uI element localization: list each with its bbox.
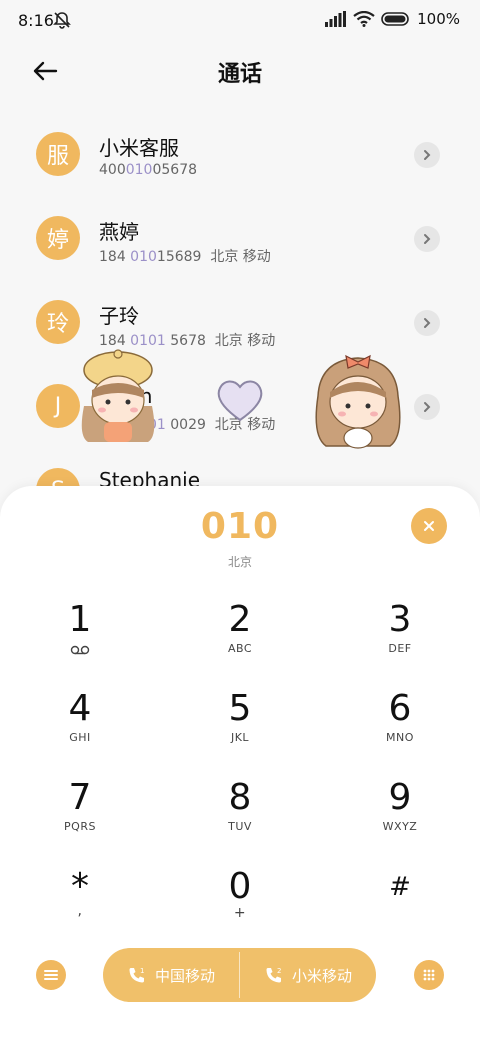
key-hash[interactable]: # [330,853,470,933]
svg-text:1: 1 [140,967,144,975]
call-sim1-button[interactable]: 1 中国移动 [103,948,239,1002]
contact-detail-button[interactable] [414,310,440,336]
key-letters: JKL [230,731,250,744]
contact-detail-button[interactable] [414,226,440,252]
avatar: 服 [36,132,80,176]
contact-number: 184 01015689 北京 移动 [99,249,271,265]
header: 通话 [0,48,480,92]
contact-detail-button[interactable] [414,394,440,420]
wifi-icon [353,11,375,27]
contact-row[interactable]: 服 小米客服 40001005678 [0,112,480,196]
key-0[interactable]: 0 + [170,853,310,933]
dialed-number[interactable]: 010 [0,506,480,547]
contact-number: 40001005678 [99,162,198,178]
page-title: 通话 [217,62,262,87]
key-digit: 8 [228,777,252,818]
key-letters: ABC [227,642,253,655]
call-sim2-label: 小米移动 [291,966,352,985]
key-digit: 7 [68,777,92,818]
key-digit: 9 [388,777,412,818]
key-letters: , [77,903,83,919]
key-5[interactable]: 5 JKL [170,675,310,755]
status-right: 100% [325,10,460,28]
key-digit: # [389,872,411,902]
key-digit: 4 [68,688,92,729]
contact-row[interactable]: 婷 燕婷 184 01015689 北京 移动 [0,196,480,280]
call-sim2-button[interactable]: 2 小米移动 [240,948,376,1002]
contact-name: 燕婷 [99,220,139,244]
contact-list: 服 小米客服 40001005678 婷 燕婷 184 01015689 北京 … [0,112,480,532]
status-time: 8:16 [18,11,54,30]
phone-sim1-icon: 1 [129,967,144,983]
chevron-right-icon [424,318,431,328]
key-6[interactable]: 6 MNO [330,675,470,755]
key-8[interactable]: 8 TUV [170,764,310,844]
key-4[interactable]: 4 GHI [10,675,150,755]
key-letters: WXYZ [382,820,418,833]
key-1[interactable]: 1 [10,586,150,666]
muted-bell-icon [53,12,71,29]
girl-sticker-right [315,354,401,449]
girl-sticker-left [81,349,155,442]
key-digit: 0 [228,866,252,907]
status-bar: 8:16 100% [0,0,480,40]
call-sim1-label: 中国移动 [154,966,215,985]
key-3[interactable]: 3 DEF [330,586,470,666]
key-digit: 2 [228,599,252,640]
key-digit: * [71,866,89,907]
phone-sim2-icon: 2 [266,967,281,983]
contact-detail-button[interactable] [414,142,440,168]
dialpad-panel: 010 北京 1 2 ABC 3 DEF 4 GHI 5 JKL 6 MNO 7… [0,486,480,1040]
menu-button[interactable] [36,960,66,990]
call-buttons: 1 中国移动 2 小米移动 [103,948,376,1002]
key-letters: PQRS [64,820,96,833]
dialpad-toggle-button[interactable] [414,960,444,990]
contact-name: 子玲 [99,304,139,328]
key-7[interactable]: 7 PQRS [10,764,150,844]
battery-icon [381,12,409,26]
chevron-right-icon [424,402,431,412]
key-digit: 1 [68,599,92,640]
key-letters: TUV [228,820,252,833]
signal-icon [325,11,347,27]
chevron-right-icon [424,150,431,160]
key-letters: GHI [69,731,91,744]
key-star[interactable]: * , [10,853,150,933]
avatar: 玲 [36,300,80,344]
key-letters: MNO [386,731,414,744]
svg-text:2: 2 [277,967,281,975]
contact-name: 小米客服 [99,136,179,160]
menu-icon [44,970,58,980]
battery-text: 100% [417,10,460,28]
number-region: 北京 [227,555,252,569]
key-digit: 3 [388,599,412,640]
key-letters: DEF [388,642,412,655]
avatar: 婷 [36,216,80,260]
chevron-right-icon [424,234,431,244]
key-digit: 5 [228,688,252,729]
voicemail-icon [70,645,90,655]
key-letters: + [233,905,247,921]
clear-button[interactable] [411,508,447,544]
dialpad-icon [423,969,435,981]
key-2[interactable]: 2 ABC [170,586,310,666]
clear-icon [424,521,434,531]
key-9[interactable]: 9 WXYZ [330,764,470,844]
key-digit: 6 [388,688,412,729]
heart-sticker [217,380,263,422]
